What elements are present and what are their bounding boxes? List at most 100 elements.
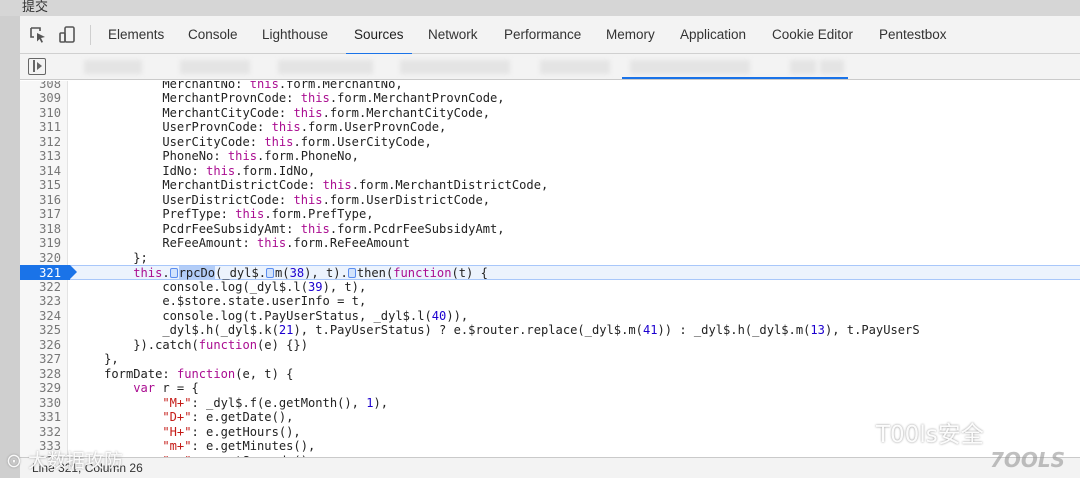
code-token: (_dyl$.: [215, 266, 267, 280]
code-token: ), t.PayUserS: [824, 323, 920, 337]
code-line[interactable]: 318 PcdrFeeSubsidyAmt: this.form.PcdrFee…: [20, 222, 1080, 237]
line-number[interactable]: 309: [20, 91, 61, 106]
line-source: console.log(_dyl$.l(39), t),: [75, 280, 366, 295]
line-number[interactable]: 329: [20, 381, 61, 396]
line-number[interactable]: 311: [20, 120, 61, 135]
code-line[interactable]: 326 }).catch(function(e) {}): [20, 338, 1080, 353]
code-line[interactable]: 319 ReFeeAmount: this.form.ReFeeAmount: [20, 236, 1080, 251]
code-token: ReFeeAmount:: [75, 236, 258, 250]
line-source: MerchantNo: this.form.MerchantNo,: [75, 81, 402, 91]
code-line[interactable]: 308 MerchantNo: this.form.MerchantNo,: [20, 81, 1080, 91]
tab-application[interactable]: Application: [680, 16, 746, 54]
code-token: 13: [810, 323, 825, 337]
code-line[interactable]: 313 PhoneNo: this.form.PhoneNo,: [20, 149, 1080, 164]
code-line[interactable]: 322 console.log(_dyl$.l(39), t),: [20, 280, 1080, 295]
line-number[interactable]: 316: [20, 193, 61, 208]
line-number[interactable]: 326: [20, 338, 61, 353]
open-file-tab[interactable]: [180, 60, 250, 74]
code-line[interactable]: 317 PrefType: this.form.PrefType,: [20, 207, 1080, 222]
tab-sources[interactable]: Sources: [346, 16, 411, 55]
line-number[interactable]: 313: [20, 149, 61, 164]
code-line[interactable]: 311 UserProvnCode: this.form.UserProvnCo…: [20, 120, 1080, 135]
open-file-tab[interactable]: [790, 60, 816, 74]
line-number[interactable]: 325: [20, 323, 61, 338]
toggle-navigator-icon[interactable]: [28, 58, 46, 75]
code-token: function: [176, 366, 236, 381]
line-source: MerchantDistrictCode: this.form.Merchant…: [75, 178, 548, 193]
code-token: var: [133, 381, 156, 395]
code-line[interactable]: 315 MerchantDistrictCode: this.form.Merc…: [20, 178, 1080, 193]
line-number[interactable]: 315: [20, 178, 61, 193]
line-number[interactable]: 324: [20, 309, 61, 324]
inline-breakpoint-icon[interactable]: [266, 268, 275, 278]
code-token: .form.UserProvnCode,: [300, 120, 447, 134]
tab-performance[interactable]: Performance: [504, 16, 581, 54]
line-source: "H+": e.getHours(),: [75, 424, 301, 440]
open-file-tab[interactable]: [278, 60, 373, 74]
code-line[interactable]: 330 "M+": _dyl$.f(e.getMonth(), 1),: [20, 396, 1080, 411]
code-token: 39: [308, 279, 323, 294]
code-line[interactable]: 310 MerchantCityCode: this.form.Merchant…: [20, 106, 1080, 121]
line-number[interactable]: 332: [20, 425, 61, 440]
inline-breakpoint-icon[interactable]: [347, 268, 356, 278]
code-token: "H+": [162, 424, 192, 439]
tab-console[interactable]: Console: [188, 16, 238, 54]
line-number[interactable]: 317: [20, 207, 61, 222]
code-line[interactable]: 328 formDate: function(e, t) {: [20, 367, 1080, 382]
code-token: (e) {}): [257, 337, 308, 352]
line-number[interactable]: 327: [20, 352, 61, 367]
code-editor[interactable]: 308 MerchantNo: this.form.MerchantNo, 309…: [20, 81, 1080, 457]
line-number[interactable]: 331: [20, 410, 61, 425]
code-line[interactable]: 309 MerchantProvnCode: this.form.Merchan…: [20, 91, 1080, 106]
inspect-element-icon[interactable]: [28, 25, 48, 45]
inline-breakpoint-icon[interactable]: [169, 268, 178, 278]
line-number[interactable]: 320: [20, 251, 61, 266]
code-line[interactable]: 324 console.log(t.PayUserStatus, _dyl$.l…: [20, 309, 1080, 324]
code-line[interactable]: 323 e.$store.state.userInfo = t,: [20, 294, 1080, 309]
code-token: "D+": [162, 410, 192, 424]
code-token: .form.UserCityCode,: [293, 134, 432, 149]
code-token: .: [162, 266, 170, 280]
code-line[interactable]: 325 _dyl$.h(_dyl$.k(21), t.PayUserStatus…: [20, 323, 1080, 338]
code-token: PcdrFeeSubsidyAmt:: [75, 221, 301, 236]
open-file-tab[interactable]: [540, 60, 610, 74]
sources-toolbar: [20, 54, 1080, 80]
code-token: : e.getHours(),: [191, 424, 301, 439]
line-number[interactable]: 308: [20, 81, 61, 91]
line-number[interactable]: 328: [20, 367, 61, 382]
line-number[interactable]: 314: [20, 164, 61, 179]
tab-network[interactable]: Network: [428, 16, 478, 54]
code-line-active[interactable]: 321 this. rpcDo(_dyl$. m(38), t). then(func…: [20, 265, 1080, 280]
line-number[interactable]: 312: [20, 135, 61, 150]
code-line[interactable]: 312 UserCityCode: this.form.UserCityCode…: [20, 135, 1080, 150]
tab-elements[interactable]: Elements: [108, 16, 164, 54]
line-number[interactable]: 310: [20, 106, 61, 121]
code-token: }).catch(: [75, 337, 199, 352]
line-number[interactable]: 322: [20, 280, 61, 295]
line-number[interactable]: 318: [20, 222, 61, 237]
code-token: .form.IdNo,: [235, 163, 316, 178]
line-number[interactable]: 330: [20, 396, 61, 411]
code-line[interactable]: 327 },: [20, 352, 1080, 367]
open-file-tab[interactable]: [84, 60, 142, 74]
open-file-tab-active[interactable]: [630, 60, 750, 74]
code-token: 1: [366, 395, 374, 410]
code-token: console.log(_dyl$.l(: [75, 279, 308, 294]
tab-cookie-editor[interactable]: Cookie Editor: [772, 16, 853, 54]
open-file-tab[interactable]: [820, 60, 844, 74]
code-line[interactable]: 320 };: [20, 251, 1080, 266]
tab-pentestbox[interactable]: Pentestbox: [879, 16, 947, 54]
open-file-tab[interactable]: [400, 60, 510, 74]
tab-lighthouse[interactable]: Lighthouse: [262, 16, 328, 54]
line-number[interactable]: 319: [20, 236, 61, 251]
code-line[interactable]: 329 var r = {: [20, 381, 1080, 396]
code-line[interactable]: 314 IdNo: this.form.IdNo,: [20, 164, 1080, 179]
tab-memory[interactable]: Memory: [606, 16, 655, 54]
line-number[interactable]: 321: [20, 266, 61, 281]
line-source: var r = {: [75, 381, 199, 396]
device-toolbar-icon[interactable]: [58, 25, 78, 45]
code-line[interactable]: 316 UserDistrictCode: this.form.UserDist…: [20, 193, 1080, 208]
line-number[interactable]: 323: [20, 294, 61, 309]
